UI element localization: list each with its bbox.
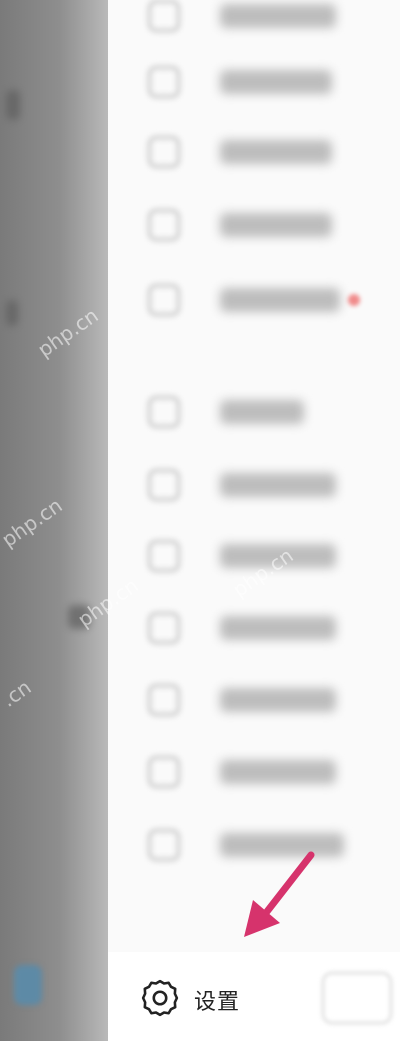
drawer-menu-item[interactable] xyxy=(108,455,400,515)
menu-item-label xyxy=(220,70,332,94)
drawer-menu-item[interactable] xyxy=(108,270,400,330)
background-ghost-element xyxy=(6,300,18,326)
drawer-menu-item[interactable] xyxy=(108,742,400,802)
settings-button[interactable]: 设置 xyxy=(138,978,240,1022)
background-ghost-element xyxy=(6,90,20,120)
menu-item-label xyxy=(220,616,336,640)
bottom-secondary-button[interactable] xyxy=(322,972,392,1024)
menu-item-icon xyxy=(148,756,180,788)
menu-item-icon xyxy=(148,136,180,168)
menu-item-label xyxy=(220,213,332,237)
drawer-menu-item[interactable] xyxy=(108,670,400,730)
drawer-menu-item[interactable] xyxy=(108,122,400,182)
drawer-menu-item[interactable] xyxy=(108,815,400,875)
menu-item-icon xyxy=(148,829,180,861)
menu-item-icon xyxy=(148,396,180,428)
menu-item-icon xyxy=(148,469,180,501)
side-drawer xyxy=(108,0,400,1041)
menu-item-label xyxy=(220,760,336,784)
menu-item-label xyxy=(220,688,336,712)
drawer-menu-item[interactable] xyxy=(108,382,400,442)
menu-item-label xyxy=(220,473,336,497)
menu-item-icon xyxy=(148,540,180,572)
menu-item-icon xyxy=(148,284,180,316)
menu-item-icon xyxy=(148,66,180,98)
menu-item-label xyxy=(220,140,332,164)
menu-item-label xyxy=(220,544,336,568)
menu-item-icon xyxy=(148,209,180,241)
drawer-menu-item[interactable] xyxy=(108,52,400,112)
gear-icon xyxy=(138,976,182,1024)
drawer-bottom-bar: 设置 xyxy=(108,952,400,1041)
screen: 设置 php.cn php.cn php.cn php.cn .cn xyxy=(0,0,400,1041)
dimmed-background-app[interactable] xyxy=(0,0,108,1041)
drawer-menu-item[interactable] xyxy=(108,598,400,658)
settings-label: 设置 xyxy=(194,990,241,1015)
menu-item-label xyxy=(220,400,304,424)
menu-item-icon xyxy=(148,612,180,644)
menu-item-label xyxy=(220,288,340,312)
menu-item-icon xyxy=(148,684,180,716)
drawer-menu-item[interactable] xyxy=(108,195,400,255)
menu-item-icon xyxy=(148,0,180,32)
menu-item-label xyxy=(220,4,336,28)
drawer-menu-item[interactable] xyxy=(108,526,400,586)
background-ghost-element xyxy=(68,605,90,629)
drawer-menu-item[interactable] xyxy=(108,0,400,46)
background-avatar xyxy=(14,965,42,1005)
menu-item-label xyxy=(220,833,344,857)
new-badge-dot xyxy=(348,294,360,306)
